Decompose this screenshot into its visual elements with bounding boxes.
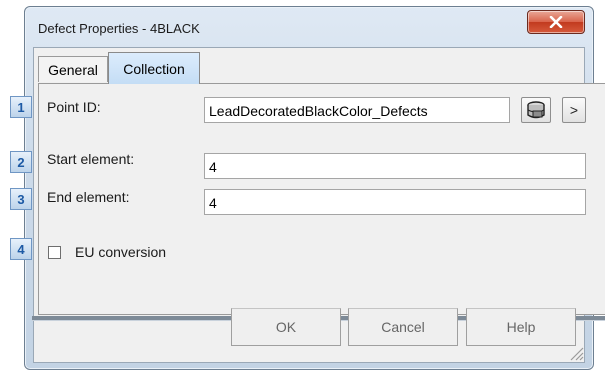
eu-conversion-checkbox[interactable]: [48, 246, 61, 259]
end-element-label: End element:: [47, 189, 130, 205]
point-browse-button[interactable]: [521, 97, 551, 123]
resize-grip-icon[interactable]: [568, 345, 584, 361]
end-element-field[interactable]: 4: [204, 189, 586, 215]
ok-button[interactable]: OK: [231, 308, 341, 346]
screenshot-stage: Defect Properties - 4BLACK General Colle…: [0, 0, 605, 373]
cancel-button[interactable]: Cancel: [348, 308, 458, 346]
start-element-label: Start element:: [47, 151, 135, 167]
point-id-label: Point ID:: [47, 99, 101, 115]
help-button[interactable]: Help: [466, 308, 576, 346]
help-button-label: Help: [506, 319, 536, 335]
badge-3: 3: [10, 188, 32, 210]
chevron-right-icon: >: [569, 102, 579, 118]
close-icon: [549, 16, 563, 28]
window-title: Defect Properties - 4BLACK: [38, 21, 200, 36]
start-element-field[interactable]: 4: [204, 153, 586, 179]
title-bar: Defect Properties - 4BLACK: [25, 7, 593, 47]
cancel-button-label: Cancel: [381, 319, 425, 335]
eu-conversion-label: EU conversion: [75, 244, 167, 260]
tab-collection-label: Collection: [123, 60, 185, 77]
database-browse-icon: [527, 101, 545, 119]
point-id-field[interactable]: LeadDecoratedBlackColor_Defects: [204, 97, 510, 123]
tab-general[interactable]: General: [38, 56, 108, 82]
tab-general-label: General: [48, 61, 98, 78]
badge-2: 2: [10, 151, 32, 173]
point-next-button[interactable]: >: [562, 97, 586, 123]
ok-button-label: OK: [275, 319, 297, 335]
close-button[interactable]: [527, 10, 585, 34]
badge-1: 1: [10, 96, 32, 118]
badge-4: 4: [10, 238, 32, 260]
tab-collection[interactable]: Collection: [108, 52, 200, 84]
